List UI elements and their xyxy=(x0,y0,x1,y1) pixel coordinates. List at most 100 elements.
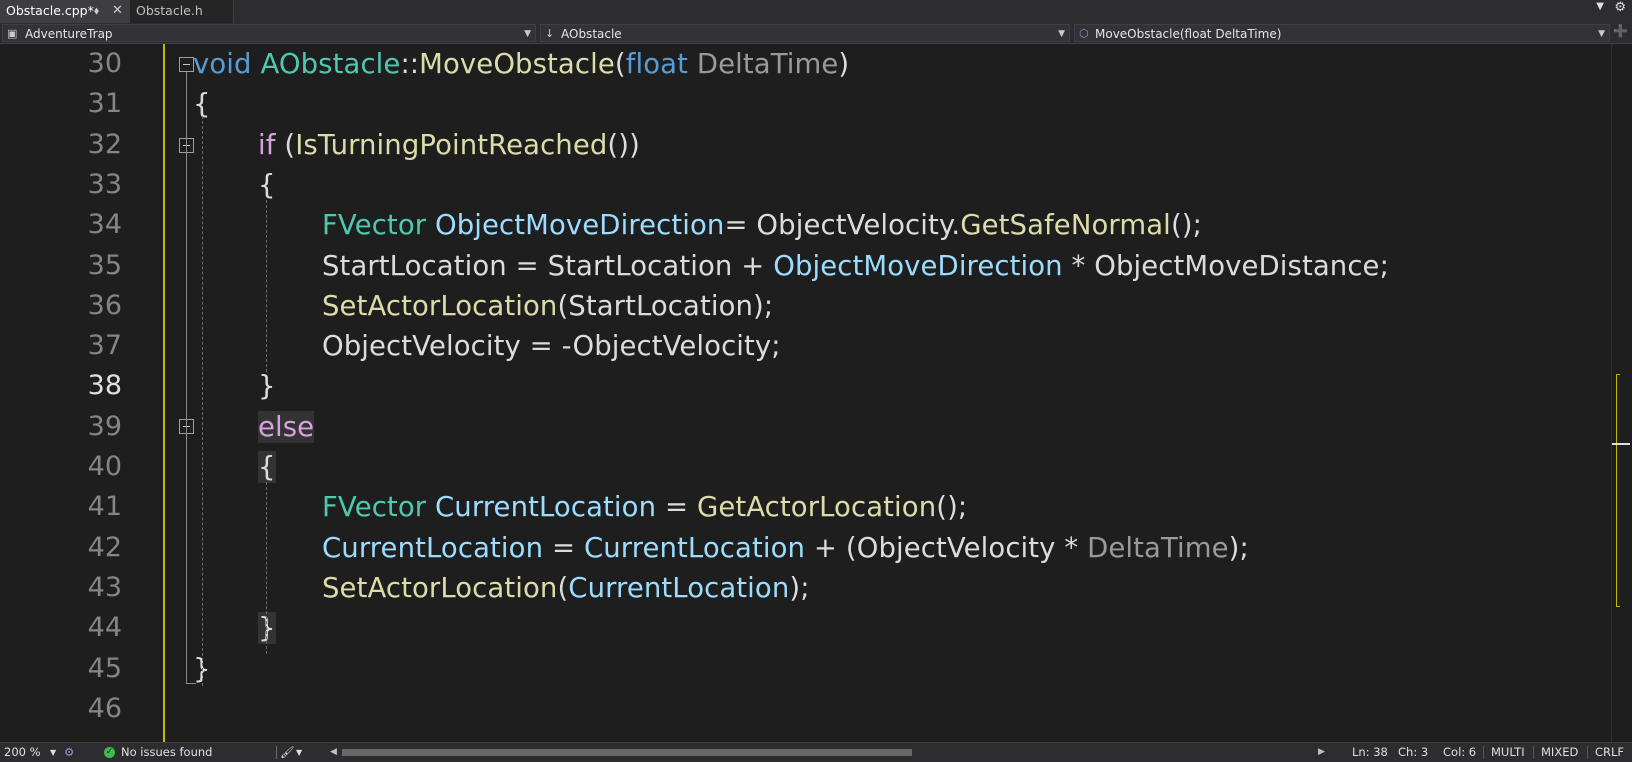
code-line[interactable]: 41 FVector CurrentLocation = GetActorLoca… xyxy=(0,486,1600,528)
code-line[interactable]: 40 { xyxy=(0,446,1600,488)
code-token: DeltaTime xyxy=(696,48,839,80)
indent-guide xyxy=(266,200,267,372)
chevron-down-icon[interactable]: ▼ xyxy=(1596,1,1604,12)
class-name: AObstacle xyxy=(561,27,622,41)
code-token: ) xyxy=(838,48,850,80)
code-line[interactable]: 46 xyxy=(0,688,1600,730)
indent-guide xyxy=(266,482,267,654)
project-dropdown[interactable]: ▣ AdventureTrap ▼ xyxy=(2,24,536,42)
line-number: 38 xyxy=(87,370,122,402)
gear-icon[interactable]: ⚙ xyxy=(1614,0,1626,15)
code-token: :: xyxy=(400,48,420,80)
code-token: ()) xyxy=(607,128,640,161)
chevron-down-icon: ▼ xyxy=(1598,29,1605,39)
code-text[interactable]: SetActorLocation(StartLocation); xyxy=(322,285,773,327)
code-text[interactable]: FVector ObjectMoveDirection= ObjectVeloc… xyxy=(322,204,1202,246)
brush-icon[interactable]: 🖌 xyxy=(280,743,295,762)
code-token: CurrentLocation xyxy=(322,531,544,564)
divider xyxy=(276,746,277,759)
horizontal-scroll-thumb[interactable] xyxy=(342,749,912,756)
code-token: { xyxy=(258,168,276,201)
code-token: CurrentLocation xyxy=(435,491,657,524)
code-token: StartLocation = StartLocation + xyxy=(322,249,774,282)
scroll-left-icon[interactable]: ◀ xyxy=(330,743,337,762)
code-token: = xyxy=(656,491,697,524)
code-line[interactable]: 32 if (IsTurningPointReached()) xyxy=(0,124,1600,166)
code-line[interactable]: 30 void AObstacle::MoveObstacle(float Del… xyxy=(0,44,1600,85)
zoom-level[interactable]: 200 % xyxy=(4,743,41,762)
line-number: 44 xyxy=(87,612,122,644)
code-token: MoveObstacle xyxy=(419,48,615,80)
code-text[interactable]: if (IsTurningPointReached()) xyxy=(258,124,640,166)
change-tracking-bar xyxy=(163,44,170,742)
code-token: SetActorLocation xyxy=(322,289,558,322)
intellisense-icon[interactable]: ⚙ xyxy=(64,743,74,762)
code-text[interactable]: SetActorLocation(CurrentLocation); xyxy=(322,567,810,609)
chevron-down-icon: ▼ xyxy=(524,29,531,39)
line-number: 32 xyxy=(87,128,122,160)
code-line[interactable]: 31{ xyxy=(0,83,1600,125)
code-token: GetActorLocation xyxy=(696,491,937,524)
tab-obstacle-cpp[interactable]: Obstacle.cpp* ⬧ ✕ xyxy=(0,0,130,23)
member-dropdown[interactable]: ⬡ MoveObstacle(float DeltaTime) ▼ xyxy=(1074,24,1610,42)
code-token: * ObjectMoveDistance; xyxy=(1062,249,1389,282)
close-icon[interactable]: ✕ xyxy=(112,0,123,22)
code-text[interactable]: FVector CurrentLocation = GetActorLocati… xyxy=(322,486,967,528)
code-line[interactable]: 43 SetActorLocation(CurrentLocation); xyxy=(0,567,1600,609)
code-text[interactable]: ObjectVelocity = -ObjectVelocity; xyxy=(322,325,781,367)
line-number: 31 xyxy=(87,88,122,120)
indent-guide xyxy=(202,116,203,686)
indent-status[interactable]: MIXED xyxy=(1541,743,1578,762)
line-ending-status[interactable]: CRLF xyxy=(1595,743,1624,762)
line-number: 41 xyxy=(87,491,122,523)
code-line[interactable]: 35 StartLocation = StartLocation + Object… xyxy=(0,245,1600,287)
char-status[interactable]: Ch: 3 xyxy=(1398,743,1428,762)
tab-label: Obstacle.cpp* xyxy=(6,3,94,18)
whitespace-status[interactable]: MULTI xyxy=(1491,743,1525,762)
code-line[interactable]: 44} xyxy=(0,607,1600,649)
tab-obstacle-h[interactable]: Obstacle.h xyxy=(130,0,234,23)
code-editor[interactable]: 30 void AObstacle::MoveObstacle(float Del… xyxy=(0,44,1632,742)
split-window-icon[interactable]: ➕ xyxy=(1613,24,1628,38)
line-number-status[interactable]: Ln: 38 xyxy=(1352,743,1388,762)
code-line[interactable]: 42 CurrentLocation = CurrentLocation + (O… xyxy=(0,527,1600,569)
code-token: ); xyxy=(789,571,810,604)
code-line[interactable]: 45} xyxy=(0,648,1600,690)
fold-outline xyxy=(186,153,187,380)
code-line[interactable]: 37 ObjectVelocity = -ObjectVelocity; xyxy=(0,325,1600,367)
collapse-icon[interactable] xyxy=(179,57,194,72)
code-text[interactable]: void AObstacle::MoveObstacle(float Delta… xyxy=(193,44,849,85)
code-token: ObjectVelocity = -ObjectVelocity; xyxy=(322,330,781,363)
code-text[interactable]: else xyxy=(258,406,315,448)
code-token: SetActorLocation xyxy=(322,571,558,604)
scroll-right-icon[interactable]: ▶ xyxy=(1318,743,1325,762)
code-token: AObstacle xyxy=(260,48,401,80)
code-token: { xyxy=(258,451,276,483)
line-number: 42 xyxy=(87,531,122,563)
code-text[interactable]: StartLocation = StartLocation + ObjectMo… xyxy=(322,245,1389,287)
code-line[interactable]: 39 else xyxy=(0,406,1600,448)
code-token: ObjectMoveDirection xyxy=(435,209,725,242)
code-line[interactable]: 33 { xyxy=(0,164,1600,206)
tab-label: Obstacle.h xyxy=(136,3,203,18)
code-token: (); xyxy=(936,491,968,524)
code-line[interactable]: 36 SetActorLocation(StartLocation); xyxy=(0,285,1600,327)
code-line[interactable]: 34 FVector ObjectMoveDirection= ObjectVel… xyxy=(0,204,1600,246)
document-tab-bar: Obstacle.cpp* ⬧ ✕ Obstacle.h ▼ ⚙ xyxy=(0,0,1632,24)
code-token: = xyxy=(543,531,584,564)
class-dropdown[interactable]: ↓ AObstacle ▼ xyxy=(540,24,1070,42)
code-text[interactable]: CurrentLocation = CurrentLocation + (Obj… xyxy=(322,527,1249,569)
vertical-scrollbar[interactable] xyxy=(1611,44,1632,742)
pin-icon[interactable]: ⬧ xyxy=(94,0,99,22)
column-status[interactable]: Col: 6 xyxy=(1443,743,1476,762)
chevron-down-icon[interactable]: ▼ xyxy=(296,743,302,762)
code-token: ( xyxy=(557,571,569,604)
code-token: CurrentLocation xyxy=(568,571,790,604)
code-token: GetSafeNormal xyxy=(960,209,1171,242)
code-line[interactable]: 38} xyxy=(0,365,1600,407)
code-token: if xyxy=(258,128,276,161)
issues-status[interactable]: No issues found xyxy=(121,743,212,762)
chevron-down-icon[interactable]: ▼ xyxy=(50,743,56,762)
line-number: 39 xyxy=(87,410,122,442)
